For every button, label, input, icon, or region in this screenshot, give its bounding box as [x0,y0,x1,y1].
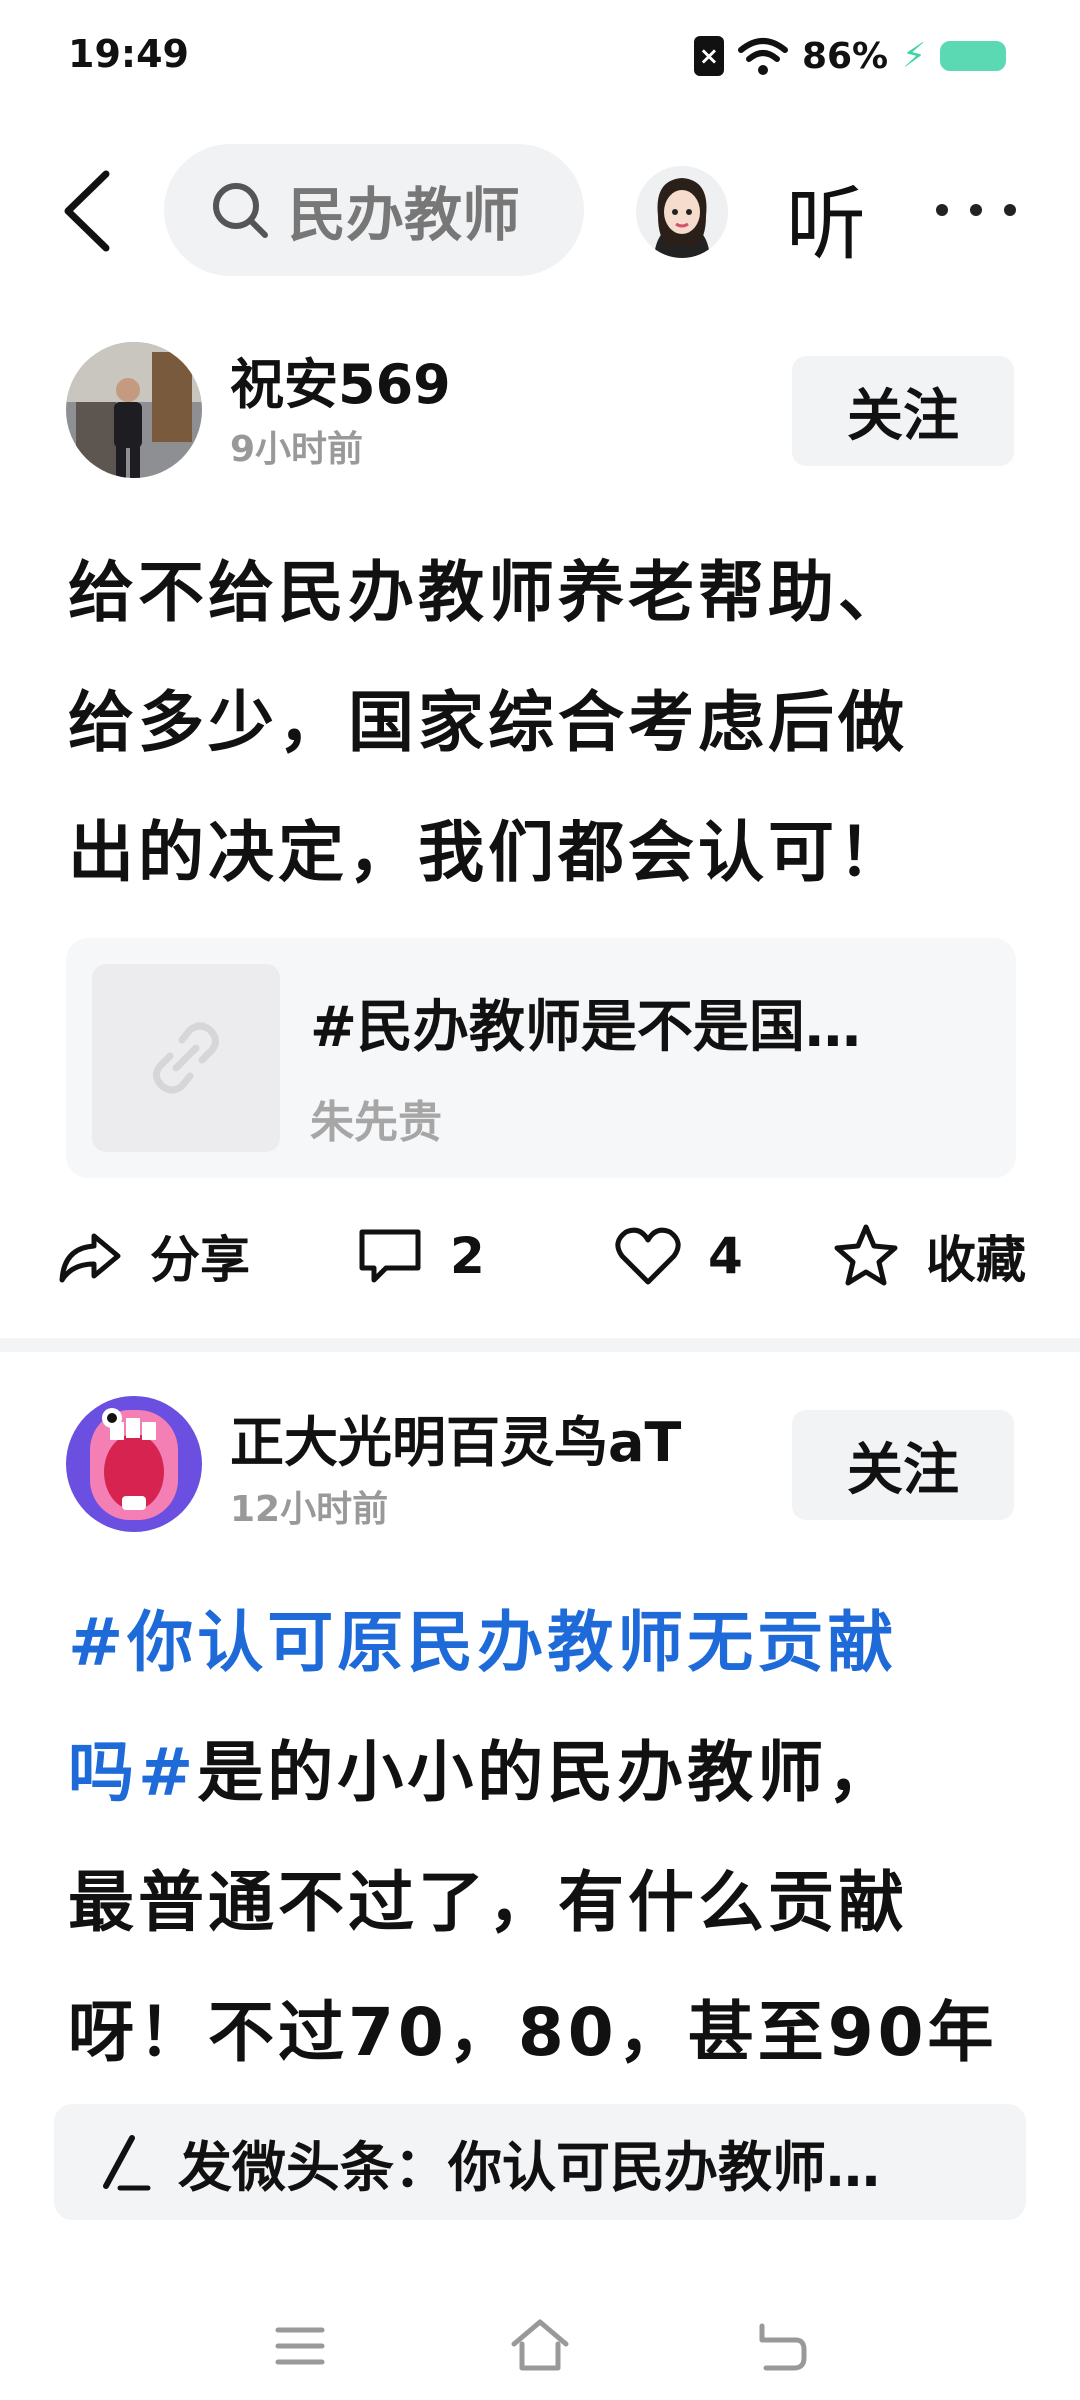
share-icon [59,1233,121,1283]
post-line: #你认可原民办教师无贡献 [68,1578,1028,1708]
more-icon[interactable] [936,204,1016,216]
status-bar: 19:49 × 86% ⚡ [0,0,1080,118]
like-count: 4 [708,1227,743,1285]
follow-button[interactable]: 关注 [792,356,1014,466]
post-line: 呀！不过70，80，甚至90年 [68,1994,998,2071]
divider [0,1338,1080,1352]
system-nav-bar [0,2290,1080,2400]
comment-count: 2 [450,1227,485,1285]
star-icon [834,1224,898,1286]
post-text-segment: 是的小小的民办教师， [197,1734,898,1811]
hashtag-link[interactable]: 吗# [68,1734,197,1811]
post-line: 出的决定，我们都会认可！ [68,814,908,891]
avatar-cartoon [66,1396,202,1532]
comment-icon [359,1229,421,1283]
link-title: #民办教师是不是国… [310,995,861,1060]
share-button[interactable]: 分享 [56,1206,250,1306]
avatar-photo [66,342,202,478]
favorite-label: 收藏 [926,1231,1026,1289]
home-icon[interactable] [508,2314,572,2378]
compose-bar[interactable]: 发微头条：你认可民办教师… [54,2104,1026,2220]
search-query: 民办教师 [288,181,521,249]
follow-button[interactable]: 关注 [792,1410,1014,1520]
status-indicators: × 86% ⚡ [693,34,1006,78]
hashtag-link[interactable]: #你认可原民办教师无贡献 [68,1604,897,1681]
back-icon[interactable] [748,2314,812,2378]
link-icon [153,1022,219,1094]
battery-percent: 86% [801,35,889,77]
menu-icon[interactable] [268,2314,332,2378]
favorite-button[interactable]: 收藏 [832,1206,1026,1306]
link-source: 朱先贵 [310,1097,442,1148]
listen-button[interactable]: 听 [786,160,866,276]
post-line: 吗#是的小小的民办教师， [68,1708,1028,1838]
back-arrow-icon[interactable] [54,166,124,256]
post-time: 12小时前 [230,1489,389,1530]
post-line: 给多少，国家综合考虑后做 [68,684,908,761]
status-time: 19:49 [68,32,189,76]
post-body[interactable]: 给不给民办教师养老帮助、 给多少，国家综合考虑后做 出的决定，我们都会认可！ [68,528,1028,918]
share-label: 分享 [150,1231,250,1289]
post-time: 9小时前 [230,429,364,470]
post-body[interactable]: #你认可原民办教师无贡献 吗#是的小小的民办教师， 最普通不过了，有什么贡献 呀… [68,1578,1028,2098]
post-card: 祝安569 9小时前 关注 给不给民办教师养老帮助、 给多少，国家综合考虑后做 … [0,330,1080,1330]
search-icon [213,183,268,238]
charging-bolt-icon: ⚡ [902,36,926,76]
post-actions: 分享 2 4 收藏 [0,1206,1080,1306]
author-name[interactable]: 正大光明百灵鸟aT [230,1398,681,1477]
top-nav: 民办教师 听 [0,140,1080,280]
post-card: 正大光明百灵鸟aT 12小时前 关注 #你认可原民办教师无贡献 吗#是的小小的民… [0,1390,1080,2090]
heart-icon [615,1227,681,1285]
link-card[interactable]: #民办教师是不是国… 朱先贵 [66,938,1016,1178]
search-box[interactable]: 民办教师 [164,144,584,276]
post-line: 给不给民办教师养老帮助、 [68,554,908,631]
author-name[interactable]: 祝安569 [230,340,451,419]
avatar[interactable] [66,1396,202,1532]
wifi-icon [737,38,788,75]
post-line: 最普通不过了，有什么贡献 [68,1864,908,1941]
avatar[interactable] [636,166,728,258]
comment-button[interactable]: 2 [356,1206,485,1306]
battery-icon [940,41,1006,71]
avatar-illustration [636,166,728,258]
like-button[interactable]: 4 [614,1206,743,1306]
link-thumbnail [92,964,280,1152]
compose-prompt: 发微头条：你认可民办教师… [178,2135,880,2199]
avatar[interactable] [66,342,202,478]
sim-off-icon: × [693,36,724,76]
pen-icon [103,2135,151,2191]
